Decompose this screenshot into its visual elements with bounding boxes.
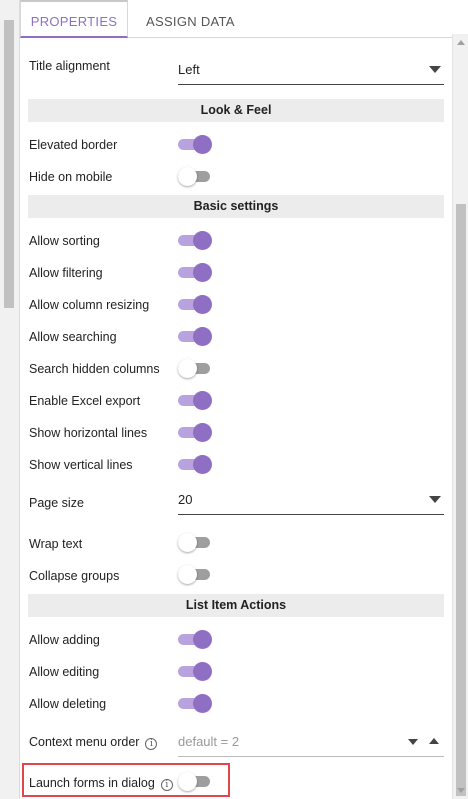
- tab-assign-data[interactable]: ASSIGN DATA: [146, 0, 235, 38]
- arrow-down-icon[interactable]: [408, 739, 418, 745]
- chevron-down-icon: [429, 496, 441, 503]
- allow-filtering-label: Allow filtering: [29, 266, 103, 280]
- show-vertical-lines-label: Show vertical lines: [29, 458, 133, 472]
- show-horizontal-lines-label: Show horizontal lines: [29, 426, 148, 440]
- right-scrollbar[interactable]: [452, 34, 468, 799]
- allow-column-resizing-label: Allow column resizing: [29, 298, 150, 312]
- show-vertical-lines-toggle[interactable]: [178, 454, 212, 474]
- arrow-up-icon[interactable]: [429, 738, 439, 744]
- tab-properties[interactable]: PROPERTIES: [20, 0, 128, 38]
- allow-sorting-toggle[interactable]: [178, 230, 212, 250]
- allow-editing-label: Allow editing: [29, 665, 100, 679]
- tab-bar: PROPERTIES ASSIGN DATA: [20, 0, 452, 38]
- hide-on-mobile-toggle[interactable]: [178, 166, 212, 186]
- info-icon[interactable]: i: [145, 738, 158, 750]
- section-basic-settings: Basic settings: [28, 195, 444, 218]
- page-size-dropdown[interactable]: 20: [178, 487, 444, 515]
- elevated-border-toggle[interactable]: [178, 134, 212, 154]
- wrap-text-toggle[interactable]: [178, 532, 212, 552]
- left-scroll-strip: [0, 0, 20, 799]
- elevated-border-label: Elevated border: [29, 138, 118, 152]
- title-alignment-label: Title alignment: [29, 59, 110, 73]
- left-scroll-thumb[interactable]: [4, 20, 14, 308]
- title-alignment-dropdown[interactable]: Left: [178, 57, 444, 85]
- page-size-label: Page size: [29, 496, 84, 510]
- section-look-feel: Look & Feel: [28, 99, 444, 122]
- title-alignment-value: Left: [178, 62, 200, 77]
- context-menu-order-input[interactable]: default = 2: [178, 730, 444, 757]
- page-size-value: 20: [178, 492, 193, 507]
- context-menu-order-placeholder: default = 2: [178, 734, 240, 749]
- scroll-up-icon[interactable]: [457, 40, 465, 45]
- allow-filtering-toggle[interactable]: [178, 262, 212, 282]
- allow-adding-label: Allow adding: [29, 633, 100, 647]
- context-menu-order-label: Context menu order i: [29, 735, 158, 750]
- enable-excel-export-label: Enable Excel export: [29, 394, 141, 408]
- hide-on-mobile-label: Hide on mobile: [29, 170, 113, 184]
- allow-column-resizing-toggle[interactable]: [178, 294, 212, 314]
- allow-searching-toggle[interactable]: [178, 326, 212, 346]
- search-hidden-columns-label: Search hidden columns: [29, 362, 160, 376]
- enable-excel-export-toggle[interactable]: [178, 390, 212, 410]
- right-scroll-thumb[interactable]: [456, 204, 466, 796]
- allow-adding-toggle[interactable]: [178, 629, 212, 649]
- allow-deleting-label: Allow deleting: [29, 697, 107, 711]
- collapse-groups-label: Collapse groups: [29, 569, 120, 583]
- scroll-down-icon[interactable]: [457, 788, 465, 793]
- allow-editing-toggle[interactable]: [178, 661, 212, 681]
- allow-searching-label: Allow searching: [29, 330, 117, 344]
- collapse-groups-toggle[interactable]: [178, 564, 212, 584]
- allow-deleting-toggle[interactable]: [178, 693, 212, 713]
- allow-sorting-label: Allow sorting: [29, 234, 100, 248]
- search-hidden-columns-toggle[interactable]: [178, 358, 212, 378]
- show-horizontal-lines-toggle[interactable]: [178, 422, 212, 442]
- chevron-down-icon: [429, 66, 441, 73]
- section-list-item-actions: List Item Actions: [28, 594, 444, 617]
- wrap-text-label: Wrap text: [29, 537, 83, 551]
- context-menu-order-text: Context menu order: [29, 735, 140, 749]
- highlight-box: [22, 763, 230, 797]
